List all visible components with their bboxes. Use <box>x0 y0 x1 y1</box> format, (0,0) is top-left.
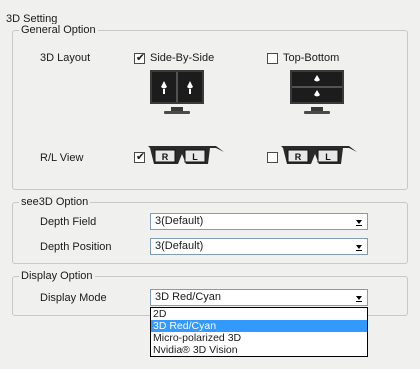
checkmark-icon: ✔ <box>135 51 146 64</box>
side-by-side-label[interactable]: Side-By-Side <box>150 52 214 64</box>
top-bottom-monitor-icon <box>290 70 344 114</box>
display-mode-option-2d[interactable]: 2D <box>151 308 367 320</box>
depth-field-value: 3(Default) <box>155 215 204 227</box>
display-mode-select[interactable]: 3D Red/Cyan <box>150 289 368 306</box>
dropdown-arrow-icon[interactable] <box>352 291 366 304</box>
display-option-legend: Display Option <box>19 270 95 282</box>
dropdown-arrow-icon[interactable] <box>352 215 366 228</box>
checkmark-icon: ✔ <box>135 150 146 163</box>
display-mode-label: Display Mode <box>40 292 107 304</box>
3d-layout-label: 3D Layout <box>40 52 91 64</box>
see3d-option-legend: see3D Option <box>19 196 91 208</box>
side-by-side-checkbox[interactable]: ✔ <box>134 51 146 64</box>
lens-r-label: R <box>162 152 169 162</box>
depth-position-value: 3(Default) <box>155 240 204 252</box>
top-bottom-label[interactable]: Top-Bottom <box>283 52 339 64</box>
display-mode-dropdown-list: 2D 3D Red/Cyan Micro-polarized 3D Nvidia… <box>150 307 368 357</box>
3d-glasses-icon: R L <box>148 146 224 164</box>
lens-l-label: L <box>325 152 331 162</box>
rl-view-label: R/L View <box>40 152 84 164</box>
rl-view-checkbox-1[interactable]: ✔ <box>134 150 146 163</box>
display-mode-option-micro-polarized[interactable]: Micro-polarized 3D <box>151 332 367 344</box>
depth-field-label: Depth Field <box>40 216 97 228</box>
top-bottom-checkbox[interactable] <box>267 53 278 64</box>
general-option-legend: General Option <box>19 24 98 36</box>
depth-position-select[interactable]: 3(Default) <box>150 238 368 255</box>
side-by-side-monitor-icon <box>150 70 204 114</box>
depth-field-select[interactable]: 3(Default) <box>150 213 368 230</box>
rl-view-checkbox-2[interactable] <box>267 152 278 163</box>
display-mode-option-red-cyan[interactable]: 3D Red/Cyan <box>151 320 367 332</box>
depth-position-label: Depth Position <box>40 241 112 253</box>
display-mode-value: 3D Red/Cyan <box>155 291 222 303</box>
lens-r-label: R <box>295 152 302 162</box>
lens-l-label: L <box>192 152 198 162</box>
3d-glasses-icon: R L <box>281 146 357 164</box>
dropdown-arrow-icon[interactable] <box>352 240 366 253</box>
display-mode-option-nvidia-3d-vision[interactable]: Nvidia® 3D Vision <box>151 344 367 356</box>
